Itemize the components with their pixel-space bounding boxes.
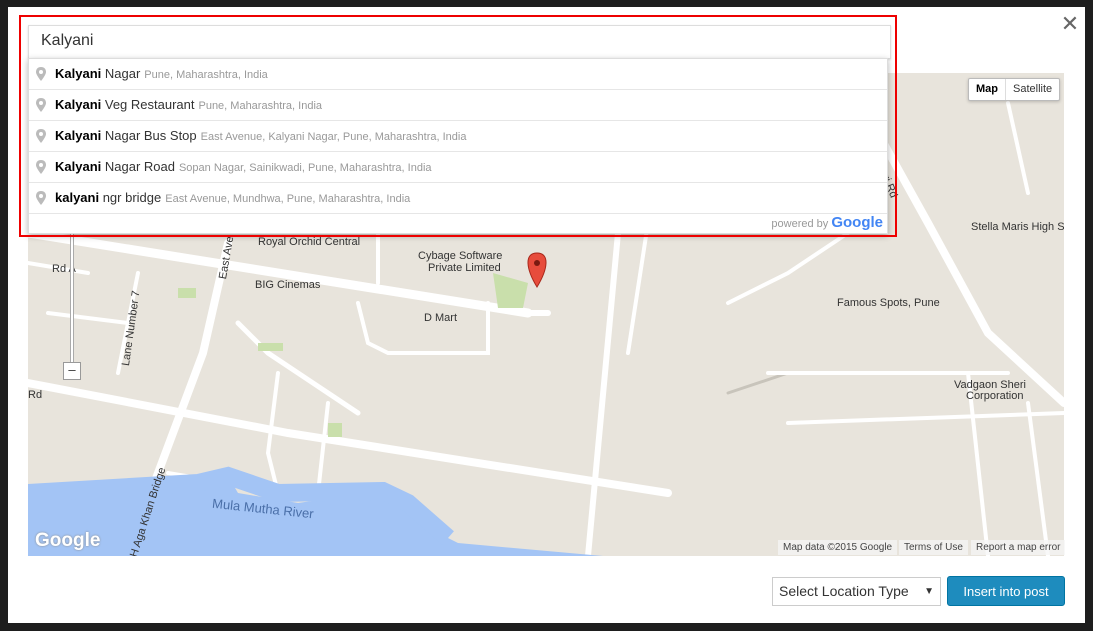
report-map-error-link[interactable]: Report a map error bbox=[971, 540, 1066, 555]
zoom-slider[interactable] bbox=[70, 230, 74, 362]
map-data-attribution: Map data ©2015 Google bbox=[778, 540, 898, 555]
location-type-selected: Select Location Type bbox=[779, 583, 909, 599]
map-label: Royal Orchid Central bbox=[258, 236, 361, 248]
google-logo: Google bbox=[35, 530, 101, 551]
insert-into-post-button[interactable]: Insert into post bbox=[947, 576, 1065, 606]
map-label: Famous Spots, Pune bbox=[837, 297, 940, 309]
map-type-control: Map Satellite bbox=[968, 78, 1061, 101]
map-type-map-button[interactable]: Map bbox=[969, 79, 1006, 100]
location-type-select[interactable]: Select Location Type ▼ bbox=[772, 577, 941, 606]
map-label: BIG Cinemas bbox=[255, 279, 321, 291]
map-label: Rd bbox=[28, 389, 43, 401]
highlight-frame bbox=[19, 15, 897, 237]
close-icon[interactable]: ✕ bbox=[1058, 12, 1082, 36]
zoom-out-button[interactable]: – bbox=[63, 362, 81, 380]
map-type-satellite-button[interactable]: Satellite bbox=[1006, 79, 1059, 100]
map-label: Cybage Software bbox=[418, 250, 503, 262]
terms-of-use-link[interactable]: Terms of Use bbox=[899, 540, 968, 555]
map-label: Private Limited bbox=[428, 262, 501, 274]
dropdown-arrow-icon: ▼ bbox=[924, 586, 934, 597]
map-label: Stella Maris High S bbox=[971, 221, 1064, 233]
map-label: Corporation bbox=[966, 390, 1024, 402]
map-label: D Mart bbox=[424, 312, 457, 324]
